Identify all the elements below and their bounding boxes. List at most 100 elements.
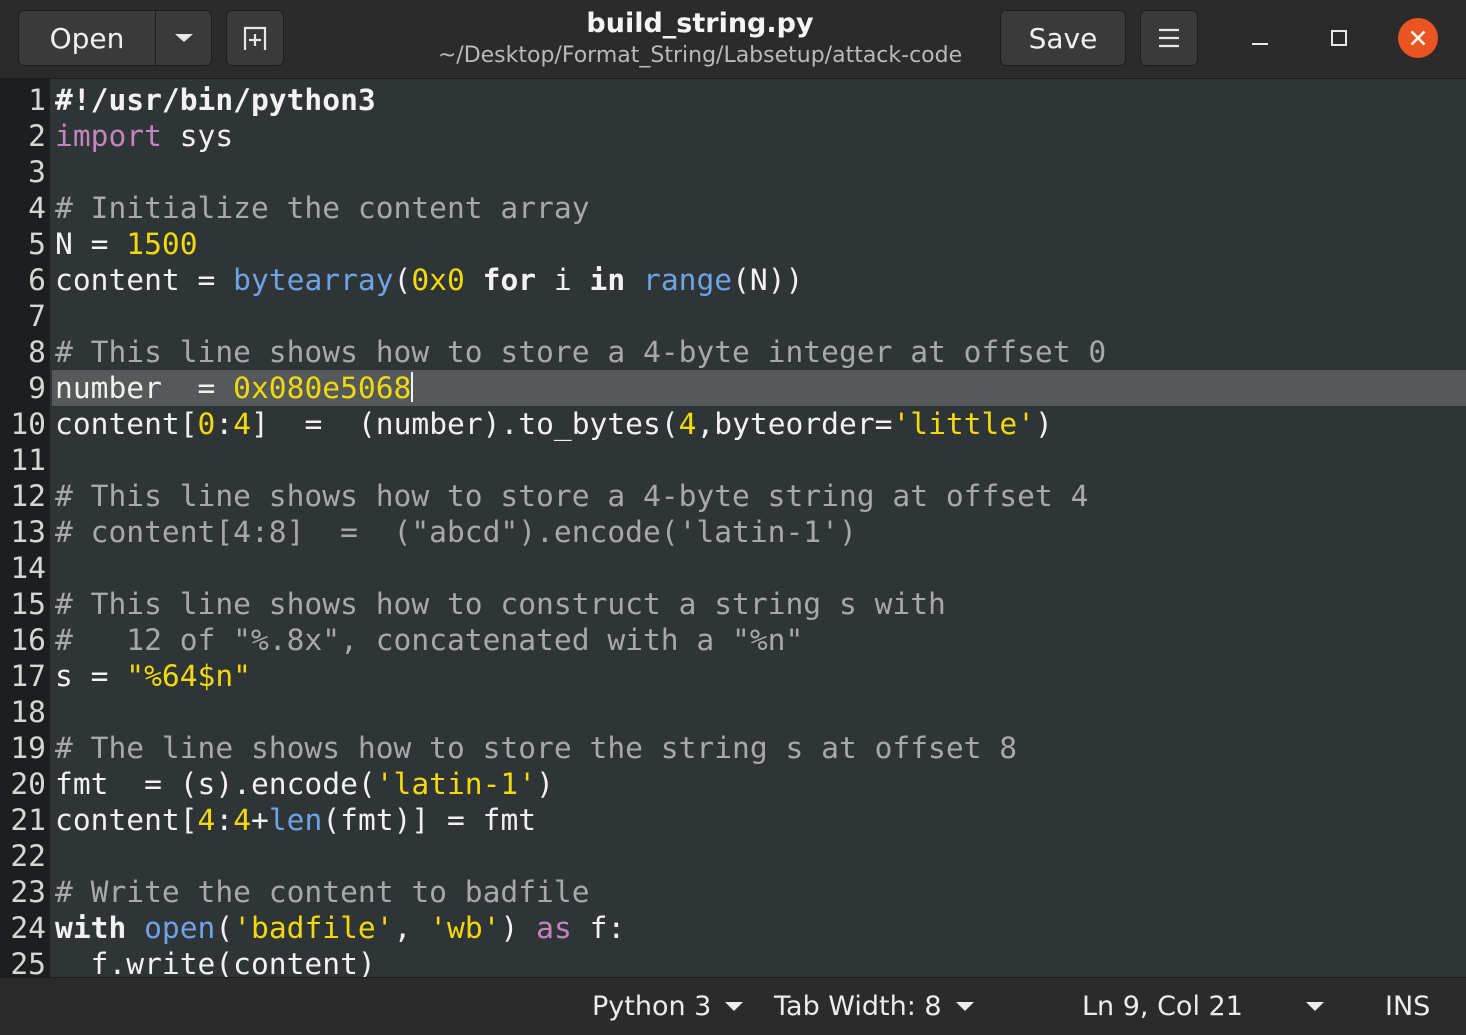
- line-number: 16: [10, 623, 46, 657]
- code-token: # This line shows how to construct a str…: [55, 587, 946, 621]
- code-token: "%64$n": [126, 659, 251, 693]
- code-line[interactable]: 18: [0, 694, 1466, 730]
- code-token: 4: [233, 407, 252, 441]
- line-number: 13: [10, 515, 46, 549]
- chevron-down-icon: [174, 34, 193, 42]
- line-number: 9: [28, 371, 46, 405]
- code-line[interactable]: 7: [0, 298, 1466, 334]
- line-number: 20: [10, 767, 46, 801]
- code-line[interactable]: 24 with open('badfile', 'wb') as f:: [0, 910, 1466, 946]
- code-line[interactable]: 16 # 12 of "%.8x", concatenated with a "%…: [0, 622, 1466, 658]
- code-token: ,byteorder=: [696, 407, 893, 441]
- code-line[interactable]: 23 # Write the content to badfile: [0, 874, 1466, 910]
- code-token: fmt = (s).encode(: [55, 767, 376, 801]
- maximize-button[interactable]: [1319, 18, 1359, 58]
- line-code: content[4:4+len(fmt)] = fmt: [55, 802, 536, 838]
- code-line[interactable]: 21 content[4:4+len(fmt)] = fmt: [0, 802, 1466, 838]
- open-button-group: Open: [18, 10, 212, 66]
- code-token: 'wb': [429, 911, 501, 945]
- tab-width-label: Tab Width: 8: [774, 990, 942, 1022]
- code-editor[interactable]: 1 #!/usr/bin/python3 2 import sys 3 4 # Initia…: [0, 79, 1466, 977]
- code-token: ] = (number).to_bytes(: [251, 407, 679, 441]
- line-number: 3: [28, 155, 46, 189]
- line-number: 8: [28, 335, 46, 369]
- code-token: #!/usr/bin/python3: [55, 83, 376, 117]
- line-number: 12: [10, 479, 46, 513]
- window-title: build_string.py: [586, 8, 814, 39]
- open-recent-dropdown-button[interactable]: [156, 11, 211, 65]
- text-cursor: [411, 372, 414, 402]
- code-token: 4: [233, 803, 252, 837]
- code-line[interactable]: 22: [0, 838, 1466, 874]
- code-line[interactable]: 13 # content[4:8] = ("abcd").encode('lati…: [0, 514, 1466, 550]
- code-token: in: [589, 263, 626, 297]
- line-code: # This line shows how to construct a str…: [55, 586, 946, 622]
- code-token: content[: [55, 803, 198, 837]
- code-token: # This line shows how to store a 4-byte …: [55, 335, 1107, 369]
- save-button[interactable]: Save: [1000, 10, 1126, 66]
- code-token: s =: [55, 659, 127, 693]
- line-number: 22: [10, 839, 46, 873]
- line-code: # This line shows how to store a 4-byte …: [55, 478, 1088, 514]
- code-line[interactable]: 15 # This line shows how to construct a s…: [0, 586, 1466, 622]
- code-line[interactable]: 6 content = bytearray(0x0 for i in range(…: [0, 262, 1466, 298]
- code-token: 'latin-1': [375, 767, 537, 801]
- close-button[interactable]: [1398, 18, 1438, 58]
- code-token: N =: [55, 227, 127, 261]
- line-code: f.write(content): [55, 946, 376, 977]
- position-dropdown[interactable]: [1306, 988, 1324, 1024]
- code-line[interactable]: 25 f.write(content): [0, 946, 1466, 977]
- hamburger-menu-icon: [1159, 28, 1179, 48]
- code-line[interactable]: 1 #!/usr/bin/python3: [0, 82, 1466, 118]
- line-number: 10: [10, 407, 46, 441]
- code-line[interactable]: 14: [0, 550, 1466, 586]
- code-token: as: [536, 911, 572, 945]
- code-token: ,: [393, 911, 430, 945]
- code-token: for: [482, 263, 537, 297]
- code-line[interactable]: 3: [0, 154, 1466, 190]
- language-selector[interactable]: Python 3: [592, 988, 744, 1024]
- insert-mode-indicator[interactable]: INS: [1385, 988, 1430, 1024]
- code-line[interactable]: 19 # The line shows how to store the stri…: [0, 730, 1466, 766]
- code-line[interactable]: 2 import sys: [0, 118, 1466, 154]
- open-button[interactable]: Open: [19, 11, 156, 65]
- chevron-down-icon: [1306, 1001, 1324, 1011]
- line-number: 18: [10, 695, 46, 729]
- code-line[interactable]: 11: [0, 442, 1466, 478]
- code-line[interactable]: 8 # This line shows how to store a 4-byte…: [0, 334, 1466, 370]
- line-number: 2: [28, 119, 46, 153]
- line-code: # The line shows how to store the string…: [55, 730, 1017, 766]
- code-token: 4: [197, 803, 216, 837]
- code-token: ): [536, 767, 554, 801]
- code-token: len: [268, 803, 323, 837]
- current-code-line[interactable]: 9 number = 0x080e5068: [28, 370, 1466, 406]
- file-path-subtitle: ~/Desktop/Format_String/Labsetup/attack-…: [437, 43, 963, 68]
- line-number: 14: [10, 551, 46, 585]
- code-token: 4: [678, 407, 697, 441]
- line-code: fmt = (s).encode('latin-1'): [55, 766, 554, 802]
- cursor-position[interactable]: Ln 9, Col 21: [1082, 988, 1243, 1024]
- code-token: import: [55, 119, 162, 153]
- code-line[interactable]: 12 # This line shows how to store a 4-byt…: [0, 478, 1466, 514]
- code-token: 1500: [126, 227, 198, 261]
- code-line[interactable]: 10 content[0:4] = (number).to_bytes(4,byt…: [0, 406, 1466, 442]
- line-number: 6: [28, 263, 46, 297]
- code-token: ): [500, 911, 537, 945]
- tab-width-selector[interactable]: Tab Width: 8: [774, 988, 974, 1024]
- code-token: 0x0: [411, 263, 465, 297]
- language-label: Python 3: [592, 990, 712, 1022]
- minimize-button[interactable]: [1240, 18, 1280, 58]
- code-token: (: [215, 911, 234, 945]
- menu-button[interactable]: [1140, 10, 1198, 66]
- new-tab-button[interactable]: [226, 10, 284, 66]
- line-code: content = bytearray(0x0 for i in range(N…: [55, 262, 803, 298]
- code-token: :: [215, 407, 234, 441]
- code-line[interactable]: 17 s = "%64$n": [0, 658, 1466, 694]
- code-line[interactable]: 20 fmt = (s).encode('latin-1'): [0, 766, 1466, 802]
- code-line[interactable]: 4 # Initialize the content array: [0, 190, 1466, 226]
- code-token: content =: [55, 263, 234, 297]
- line-number: 5: [28, 227, 46, 261]
- code-line[interactable]: 5 N = 1500: [0, 226, 1466, 262]
- code-token: # The line shows how to store the string…: [55, 731, 1018, 765]
